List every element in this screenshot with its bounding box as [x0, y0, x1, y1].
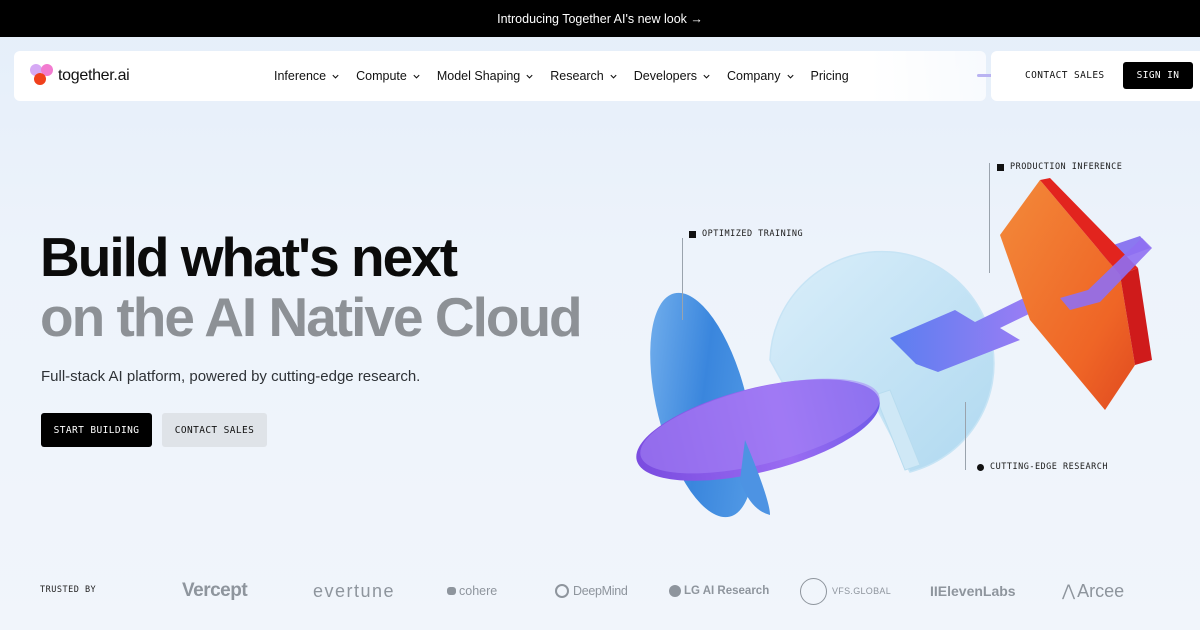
- customer-logos: Vercept evertune cohere DeepMind LG AI R…: [180, 574, 1180, 608]
- nav-item-developers[interactable]: Developers: [634, 69, 711, 83]
- production-leader-line: [989, 163, 990, 273]
- main-navbar: together.ai Inference Compute Model Shapin…: [14, 51, 986, 101]
- hero-title: Build what's next: [40, 226, 458, 288]
- nav-item-research[interactable]: Research: [550, 69, 618, 83]
- logo-elevenlabs: IIElevenLabs: [930, 583, 1016, 599]
- contact-sales-nav-button[interactable]: CONTACT SALES: [1013, 62, 1117, 89]
- nav-item-model-shaping[interactable]: Model Shaping: [437, 69, 534, 83]
- platform-3d-graphic: [636, 178, 1152, 518]
- nav-item-label: Research: [550, 69, 604, 83]
- hero-illustration: OPTIMIZED TRAINING PRODUCTION INFERENCE …: [620, 150, 1180, 530]
- label-cutting-edge-research-text: CUTTING-EDGE RESEARCH: [990, 462, 1108, 472]
- vfs-seal-icon: [800, 577, 827, 605]
- contact-sales-button[interactable]: CONTACT SALES: [162, 413, 267, 447]
- logo-arcee: ⋀ Arcee: [1062, 580, 1125, 601]
- together-logo-icon: [30, 64, 54, 88]
- hero-subtitle: on the AI Native Cloud: [40, 286, 583, 348]
- cohere-icon: [447, 587, 456, 595]
- nav-item-company[interactable]: Company: [727, 69, 795, 83]
- circle-bullet-icon: [977, 463, 984, 471]
- lg-icon: [669, 585, 681, 597]
- nav-item-label: Pricing: [810, 69, 849, 83]
- training-leader-line: [682, 238, 683, 320]
- chevron-down-icon: [332, 74, 339, 79]
- nav-item-label: Company: [727, 69, 781, 83]
- logo-cohere: cohere: [447, 574, 497, 608]
- logo-vercept: Vercept: [182, 580, 248, 601]
- chevron-down-icon: [786, 74, 794, 79]
- square-bullet-icon: [689, 230, 696, 238]
- deepmind-icon: [555, 584, 569, 598]
- nav-item-label: Developers: [633, 69, 697, 83]
- research-leader-line: [965, 402, 966, 470]
- label-optimized-training-text: OPTIMIZED TRAINING: [702, 229, 804, 239]
- nav-item-label: Model Shaping: [436, 69, 521, 83]
- label-production-inference: PRODUCTION INFERENCE: [997, 162, 1122, 172]
- chevron-down-icon: [703, 74, 710, 79]
- label-optimized-training: OPTIMIZED TRAINING: [689, 229, 803, 239]
- trusted-by-label: TRUSTED BY: [40, 585, 97, 595]
- logo-vfs-global: VFS.GLOBAL: [800, 574, 891, 608]
- nav-item-label: Inference: [274, 69, 327, 83]
- logo-evertune: evertune: [313, 580, 396, 601]
- brand-logo[interactable]: together.ai: [30, 64, 130, 88]
- sign-in-button[interactable]: SIGN IN: [1123, 62, 1193, 89]
- hero-description: Full-stack AI platform, powered by cutti…: [41, 368, 421, 385]
- nav-item-pricing[interactable]: Pricing: [811, 69, 849, 83]
- start-building-button[interactable]: START BUILDING: [41, 413, 152, 447]
- nav-item-label: Compute: [356, 69, 407, 83]
- chevron-down-icon: [526, 74, 533, 79]
- arcee-icon: ⋀: [1062, 583, 1076, 600]
- announcement-text[interactable]: Introducing Together AI's new look →: [497, 12, 703, 26]
- chevron-down-icon: [610, 74, 617, 79]
- nav-item-compute[interactable]: Compute: [356, 69, 421, 83]
- nav-cta-group: CONTACT SALES SIGN IN: [991, 51, 1200, 101]
- brand-name: together.ai: [58, 67, 130, 84]
- logo-lg-ai-research: LG AI Research: [669, 574, 769, 608]
- label-production-inference-text: PRODUCTION INFERENCE: [1010, 162, 1123, 172]
- logo-deepmind: DeepMind: [555, 574, 628, 608]
- label-cutting-edge-research: CUTTING-EDGE RESEARCH: [977, 462, 1108, 472]
- chevron-down-icon: [413, 74, 420, 79]
- square-bullet-icon: [997, 163, 1004, 171]
- nav-menu: Inference Compute Model Shaping Research Dev…: [274, 51, 865, 101]
- nav-item-inference[interactable]: Inference: [274, 69, 340, 83]
- announcement-bar[interactable]: Introducing Together AI's new look →: [0, 0, 1200, 37]
